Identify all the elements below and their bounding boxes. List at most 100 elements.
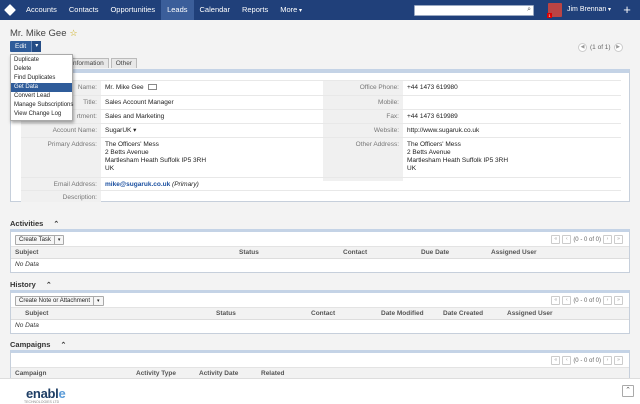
create-task-button[interactable]: Create Task ▾ [15, 235, 65, 245]
col-contact[interactable]: Contact [343, 249, 367, 256]
history-subpanel: Create Note or Attachment ▾ «‹ (0 - 0 of 0… [10, 290, 630, 334]
email-label: Email Address: [21, 178, 101, 190]
user-menu[interactable]: Jim Brennan [567, 0, 611, 20]
next-record-icon[interactable]: ▶ [613, 43, 623, 52]
avatar[interactable]: 1 [547, 3, 562, 18]
account-label: Account Name: [21, 124, 101, 137]
primary-address-value: The Officers' Mess 2 Betts Avenue Martlesh… [105, 141, 207, 172]
col-subject[interactable]: Subject [25, 310, 48, 317]
detail-panel: Name: Mr. Mike Gee Office Phone: +44 147… [10, 69, 630, 202]
menu-convert-lead[interactable]: Convert Lead [11, 92, 72, 101]
col-campaign[interactable]: Campaign [15, 370, 46, 377]
menu-find-duplicates[interactable]: Find Duplicates [11, 74, 72, 83]
row-addresses: Primary Address: The Officers' Mess 2 Bet… [21, 137, 621, 177]
description-label: Description: [21, 191, 101, 202]
top-nav: Accounts Contacts Opportunities Leads Ca… [0, 0, 640, 20]
collapse-chevron-icon[interactable]: ⌃ [60, 342, 66, 349]
nav-calendar[interactable]: Calendar [194, 0, 236, 20]
activities-pager: «‹ (0 - 0 of 0) ›» [551, 235, 623, 244]
vcard-icon[interactable] [147, 84, 157, 91]
edit-button[interactable]: Edit [10, 41, 32, 52]
campaigns-pager: «‹ (0 - 0 of 0) ›» [551, 356, 623, 365]
mobile-label: Mobile: [323, 96, 403, 109]
nav-more[interactable]: More [274, 0, 308, 20]
create-note-button[interactable]: Create Note or Attachment ▾ [15, 296, 104, 306]
row-email: Email Address: mike@sugaruk.co.uk (Prima… [21, 177, 621, 190]
name-value: Mr. Mike Gee [105, 81, 157, 92]
notification-badge[interactable]: 1 [547, 13, 552, 18]
nav-opportunities[interactable]: Opportunities [104, 0, 161, 20]
menu-view-change-log[interactable]: View Change Log [11, 110, 72, 119]
nav-contacts[interactable]: Contacts [63, 0, 105, 20]
col-due-date[interactable]: Due Date [421, 249, 449, 256]
campaigns-toolbar: «‹ (0 - 0 of 0) ›» [11, 353, 629, 368]
history-heading[interactable]: History ⌃ [10, 280, 52, 289]
account-value[interactable]: SugarUK ▾ [105, 124, 136, 135]
nav-accounts[interactable]: Accounts [20, 0, 63, 20]
col-assigned-user[interactable]: Assigned User [491, 249, 537, 256]
fax-link[interactable]: +44 1473 619989 [407, 110, 458, 121]
activities-heading[interactable]: Activities ⌃ [10, 219, 59, 228]
prev-record-icon[interactable]: ◀ [578, 43, 587, 52]
nav-leads[interactable]: Leads [161, 0, 194, 20]
footer: enable TECHNOLOGIES LTD ⌃ [0, 378, 640, 404]
title-value: Sales Account Manager [105, 99, 174, 106]
col-status[interactable]: Status [239, 249, 259, 256]
email-link[interactable]: mike@sugaruk.co.uk [105, 181, 170, 188]
home-logo-icon[interactable] [0, 0, 20, 20]
module-nav: Accounts Contacts Opportunities Leads Ca… [20, 0, 308, 20]
col-date-modified[interactable]: Date Modified [381, 310, 424, 317]
email-value: mike@sugaruk.co.uk (Primary) [105, 178, 199, 189]
col-assigned-user[interactable]: Assigned User [507, 310, 553, 317]
footer-tagline: TECHNOLOGIES LTD [24, 400, 60, 404]
global-search-input[interactable]: ⌕ [414, 5, 534, 16]
record-name: Mr. Mike Gee [10, 28, 67, 39]
col-contact[interactable]: Contact [311, 310, 335, 317]
department-value: Sales and Marketing [105, 113, 165, 120]
row-title: Title: Sales Account Manager Mobile: [21, 95, 621, 109]
col-related[interactable]: Related [261, 370, 284, 377]
col-activity-type[interactable]: Activity Type [136, 370, 176, 377]
collapse-chevron-icon[interactable]: ⌃ [46, 282, 52, 289]
campaigns-subpanel: «‹ (0 - 0 of 0) ›» Campaign Activity Type … [10, 350, 630, 380]
edit-button-group: Edit ▾ [10, 41, 42, 52]
scroll-top-icon[interactable]: ⌃ [622, 385, 634, 397]
menu-get-data[interactable]: Get Data [11, 83, 72, 92]
page-title: Mr. Mike Gee ☆ [10, 28, 78, 39]
row-name: Name: Mr. Mike Gee Office Phone: +44 147… [21, 80, 621, 95]
nav-reports[interactable]: Reports [236, 0, 274, 20]
office-phone-label: Office Phone: [323, 81, 403, 95]
fax-label: Fax: [323, 110, 403, 123]
other-address-label: Other Address: [323, 138, 403, 177]
menu-duplicate[interactable]: Duplicate [11, 56, 72, 65]
tab-other[interactable]: Other [110, 58, 137, 68]
collapse-chevron-icon[interactable]: ⌃ [53, 221, 59, 228]
row-account: Account Name: SugarUK ▾ Website: http://… [21, 123, 621, 137]
col-date-created[interactable]: Date Created [443, 310, 483, 317]
menu-delete[interactable]: Delete [11, 65, 72, 74]
website-label: Website: [323, 124, 403, 137]
actions-menu: Duplicate Delete Find Duplicates Get Dat… [10, 54, 73, 121]
favorite-star-icon[interactable]: ☆ [70, 28, 78, 38]
col-status[interactable]: Status [216, 310, 236, 317]
activities-toolbar: Create Task ▾ «‹ (0 - 0 of 0) ›» [11, 232, 629, 247]
website-link[interactable]: http://www.sugaruk.co.uk [407, 124, 479, 135]
activities-empty: No Data [15, 261, 39, 268]
email-note: (Primary) [172, 181, 199, 188]
office-phone-link[interactable]: +44 1473 619980 [407, 81, 458, 92]
col-activity-date[interactable]: Activity Date [199, 370, 238, 377]
tab-information[interactable]: nformation [68, 58, 109, 68]
menu-manage-subscriptions[interactable]: Manage Subscriptions [11, 101, 73, 110]
quick-create-icon[interactable]: + [619, 2, 635, 18]
actions-caret-icon[interactable]: ▾ [31, 41, 42, 52]
campaigns-heading[interactable]: Campaigns ⌃ [10, 340, 66, 349]
col-subject[interactable]: Subject [15, 249, 38, 256]
chevron-down-icon[interactable]: ▾ [53, 236, 64, 244]
history-pager: «‹ (0 - 0 of 0) ›» [551, 296, 623, 305]
chevron-down-icon[interactable]: ▾ [93, 297, 103, 305]
history-empty: No Data [15, 322, 39, 329]
row-department: rtment: Sales and Marketing Fax: +44 147… [21, 109, 621, 123]
primary-address-label: Primary Address: [21, 138, 101, 177]
search-icon[interactable]: ⌕ [527, 6, 531, 14]
activities-header: Subject Status Contact Due Date Assigned… [11, 247, 629, 259]
